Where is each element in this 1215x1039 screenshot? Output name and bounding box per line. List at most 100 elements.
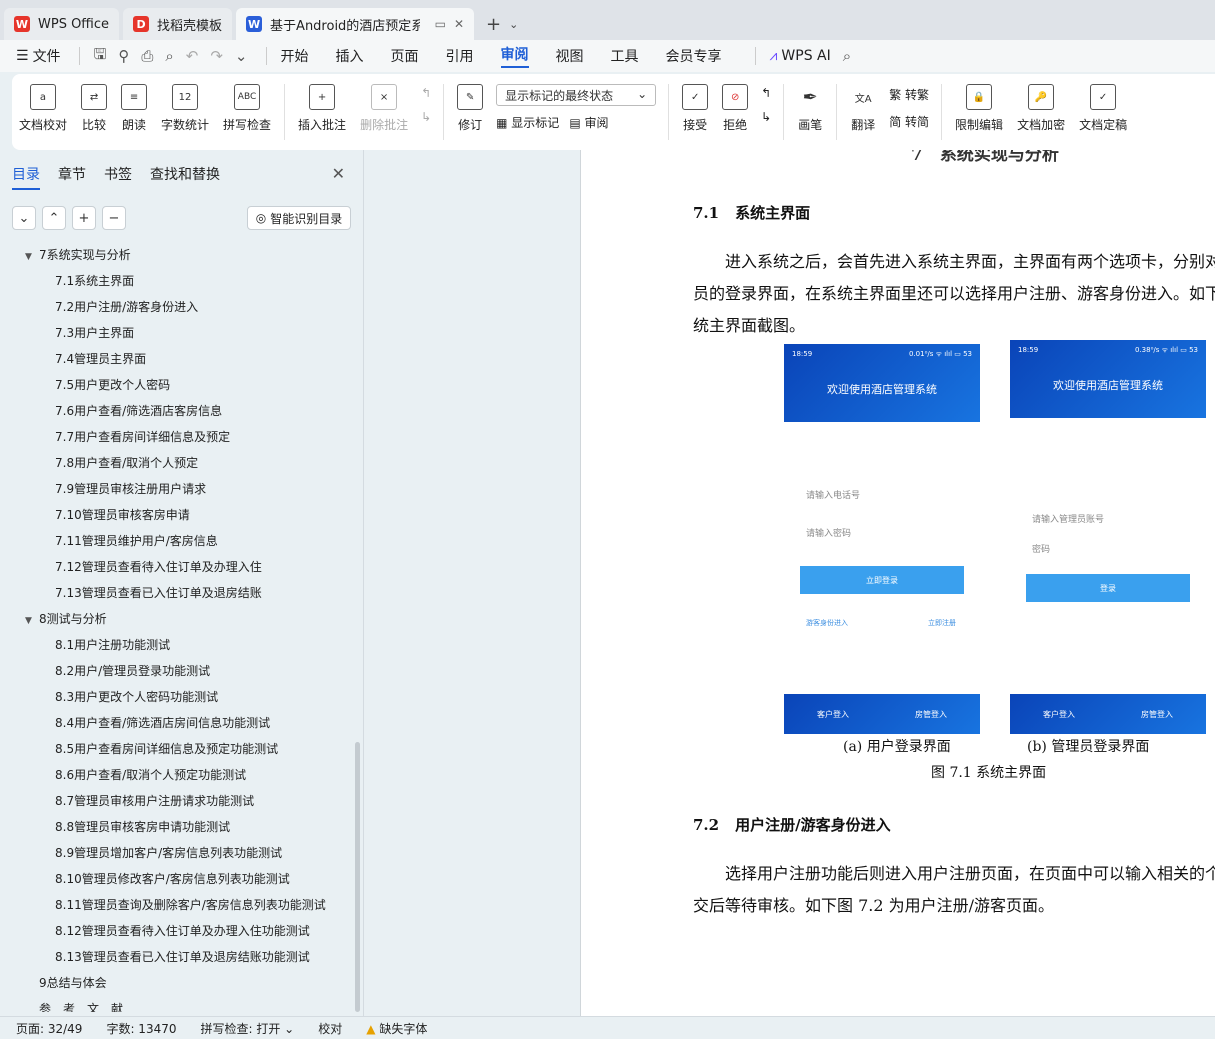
link-icon[interactable]: ⚲ [118, 47, 129, 65]
toc-item[interactable]: 8.3用户更改个人密码功能测试 [0, 684, 354, 710]
toc-item[interactable]: 8.5用户查看房间详细信息及预定功能测试 [0, 736, 354, 762]
save-icon[interactable]: 🖫 [94, 44, 107, 69]
toc-item[interactable]: 7.10管理员审核客房申请 [0, 502, 354, 528]
undo-icon[interactable]: ↶ [186, 47, 199, 65]
scrollbar[interactable] [355, 742, 360, 1012]
monitor-icon[interactable]: ▭ [435, 17, 446, 31]
expand-arrow-icon[interactable]: ▼ [25, 244, 39, 270]
toc-item[interactable]: ▼ 8测试与分析 [0, 606, 354, 632]
more-icon[interactable]: ⌄ [235, 47, 248, 65]
tab-tools[interactable]: 工具 [611, 46, 639, 66]
restrict-edit-icon: 🔒 [966, 84, 993, 110]
show-markup-button[interactable]: ▦ 显示标记 [496, 114, 559, 131]
toc-item[interactable]: 7.9管理员审核注册用户请求 [0, 476, 354, 502]
tab-start[interactable]: 开始 [281, 46, 309, 66]
close-icon[interactable]: ✕ [332, 164, 345, 183]
tab-member[interactable]: 会员专享 [666, 46, 722, 66]
simplified-button[interactable]: 简 转简 [889, 113, 929, 130]
next-comment-icon[interactable]: ↳ [421, 110, 431, 124]
add-level-button[interactable]: + [72, 206, 96, 230]
next-change-icon[interactable]: ↳ [761, 110, 771, 124]
toc-item[interactable]: 7.2用户注册/游客身份进入 [0, 294, 354, 320]
redo-icon[interactable]: ↷ [210, 47, 223, 65]
toc-item[interactable]: 8.6用户查看/取消个人预定功能测试 [0, 762, 354, 788]
toc-item[interactable]: 8.4用户查看/筛选酒店房间信息功能测试 [0, 710, 354, 736]
traditional-button[interactable]: 繁 转繁 [889, 86, 929, 103]
tab-find-replace[interactable]: 查找和替换 [150, 164, 220, 190]
tab-insert[interactable]: 插入 [336, 46, 364, 66]
new-tab-icon[interactable]: + [486, 14, 501, 35]
close-tab-icon[interactable]: ✕ [454, 17, 464, 31]
markup-state-select[interactable]: 显示标记的最终状态 ⌄ [496, 84, 657, 106]
document-page[interactable]: 7 系统实现与分析 7.1 系统主界面 进入系统之后，会首先进入系统主界面，主界面… [580, 150, 1215, 1016]
toc-item[interactable]: 7.8用户查看/取消个人预定 [0, 450, 354, 476]
tab-toc[interactable]: 目录 [12, 164, 40, 190]
file-menu[interactable]: ☰ 文件 [16, 46, 61, 66]
tab-reference[interactable]: 引用 [446, 46, 474, 66]
word-count[interactable]: 字数: 13470 [106, 1020, 176, 1037]
finalize-button[interactable]: ✓ 文档定稿 [1079, 84, 1127, 133]
translate-button[interactable]: 文A 翻译 [850, 84, 876, 133]
remove-level-button[interactable]: − [102, 206, 126, 230]
missing-font-status[interactable]: ▲ 缺失字体 [366, 1020, 427, 1037]
toc-item[interactable]: 7.3用户主界面 [0, 320, 354, 346]
toc-item[interactable]: 8.7管理员审核用户注册请求功能测试 [0, 788, 354, 814]
wps-ai-button[interactable]: ⩘ WPS AI [770, 48, 831, 64]
toc-item[interactable]: 7.4管理员主界面 [0, 346, 354, 372]
toc-item[interactable]: 8.12管理员查看待入住订单及办理入住功能测试 [0, 918, 354, 944]
toc-item[interactable]: 7.7用户查看房间详细信息及预定 [0, 424, 354, 450]
toc-item[interactable]: 7.6用户查看/筛选酒店客房信息 [0, 398, 354, 424]
read-aloud-button[interactable]: ≡ 朗读 [121, 84, 148, 133]
collapse-up-button[interactable]: ⌃ [42, 206, 66, 230]
toc-item[interactable]: 8.8管理员审核客房申请功能测试 [0, 814, 354, 840]
insert-comment-button[interactable]: + 插入批注 [298, 84, 346, 133]
toc-item[interactable]: 参 考 文 献 [0, 996, 354, 1012]
accept-button[interactable]: ✓ 接受 [682, 84, 709, 133]
search-icon[interactable]: ⌕ [843, 47, 851, 65]
spell-check-button[interactable]: ABC 拼写检查 [223, 84, 271, 133]
compare-button[interactable]: ⇄ 比较 [81, 84, 108, 133]
tab-template[interactable]: D 找稻壳模板 [123, 8, 233, 40]
chevron-down-icon[interactable]: ⌄ [509, 18, 518, 31]
tab-document[interactable]: W 基于Android的酒店预定系统 ▭ ✕ [236, 8, 475, 40]
toc-item[interactable]: 7.5用户更改个人密码 [0, 372, 354, 398]
toc-item[interactable]: 7.13管理员查看已入住订单及退房结账 [0, 580, 354, 606]
print-icon[interactable]: ⎙ [141, 47, 153, 65]
tab-review[interactable]: 审阅 [500, 44, 529, 68]
word-count-button[interactable]: 12 字数统计 [161, 84, 209, 133]
revise-button[interactable]: ✎ 修订 [457, 84, 484, 133]
toc-item[interactable]: 8.1用户注册功能测试 [0, 632, 354, 658]
expand-arrow-icon[interactable]: ▼ [25, 608, 39, 634]
toc-item[interactable]: 8.10管理员修改客户/客房信息列表功能测试 [0, 866, 354, 892]
encrypt-button[interactable]: 🔑 文档加密 [1017, 84, 1065, 133]
toc-item[interactable]: 9总结与体会 [0, 970, 354, 996]
prev-change-icon[interactable]: ↰ [761, 86, 771, 100]
toc-item[interactable]: 8.9管理员增加客户/客房信息列表功能测试 [0, 840, 354, 866]
prev-comment-icon[interactable]: ↰ [421, 86, 431, 100]
proofread-status[interactable]: 校对 [318, 1020, 342, 1037]
smart-toc-button[interactable]: ◎ 智能识别目录 [247, 206, 351, 230]
pen-button[interactable]: ✒ 画笔 [797, 84, 823, 133]
reject-button[interactable]: ⊘ 拒绝 [722, 84, 749, 133]
review-pane-button[interactable]: ▤ 审阅 [569, 114, 608, 131]
spell-check-status[interactable]: 拼写检查: 打开 ⌄ [201, 1020, 295, 1037]
toc-item[interactable]: 8.2用户/管理员登录功能测试 [0, 658, 354, 684]
pen-icon: ✒ [802, 86, 818, 108]
toc-item[interactable]: 7.11管理员维护用户/客房信息 [0, 528, 354, 554]
expand-down-button[interactable]: ⌄ [12, 206, 36, 230]
tab-bookmarks[interactable]: 书签 [104, 164, 132, 190]
toc-item[interactable]: 8.13管理员查看已入住订单及退房结账功能测试 [0, 944, 354, 970]
tab-view[interactable]: 视图 [556, 46, 584, 66]
print-preview-icon[interactable]: ⌕ [165, 47, 173, 65]
toc-item[interactable]: 8.11管理员查询及删除客户/客房信息列表功能测试 [0, 892, 354, 918]
tab-chapters[interactable]: 章节 [58, 164, 86, 190]
toc-item[interactable]: 7.12管理员查看待入住订单及办理入住 [0, 554, 354, 580]
tab-wps-office[interactable]: W WPS Office [4, 8, 120, 40]
toc-item[interactable]: 7.1系统主界面 [0, 268, 354, 294]
tab-page[interactable]: 页面 [391, 46, 419, 66]
proofread-button[interactable]: a 文档校对 [19, 84, 67, 133]
page-indicator[interactable]: 页面: 32/49 [16, 1020, 82, 1037]
restrict-edit-button[interactable]: 🔒 限制编辑 [955, 84, 1003, 133]
toc-item[interactable]: ▼ 7系统实现与分析 [0, 242, 354, 268]
delete-comment-button[interactable]: × 删除批注 [360, 84, 408, 133]
